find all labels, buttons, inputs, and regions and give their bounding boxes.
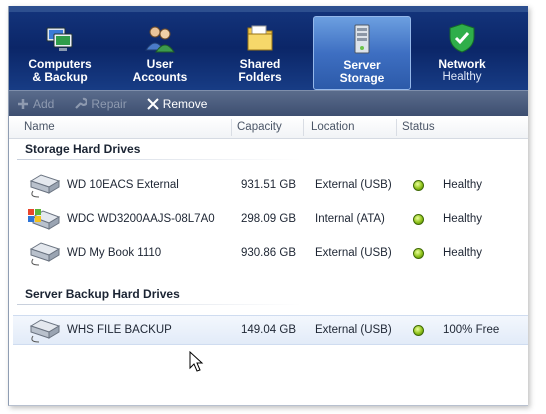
drive-capacity: 149.04 GB [241, 324, 296, 336]
status-ok-icon [413, 180, 424, 191]
column-location[interactable]: Location [311, 121, 354, 133]
column-name[interactable]: Name [24, 121, 55, 133]
shield-check-icon [449, 23, 475, 53]
column-status[interactable]: Status [402, 121, 435, 133]
tab-computers-backup[interactable]: Computers & Backup [11, 16, 109, 90]
external-drive-icon [29, 174, 61, 198]
tab-network[interactable]: Network Healthy [413, 16, 511, 90]
drive-capacity: 931.51 GB [241, 179, 296, 191]
status-ok-icon [413, 248, 424, 259]
column-divider[interactable] [303, 119, 304, 136]
remove-button[interactable]: Remove [147, 96, 208, 111]
group-divider [17, 304, 302, 305]
drive-location: External (USB) [315, 179, 392, 191]
users-icon [145, 26, 175, 53]
drive-status: 100% Free [443, 324, 500, 336]
group-title: Server Backup Hard Drives [25, 287, 180, 301]
mouse-cursor-icon [189, 351, 204, 372]
tab-user-accounts[interactable]: User Accounts [111, 16, 209, 90]
close-icon [147, 97, 159, 110]
add-button-label: Add [33, 96, 55, 111]
table-row[interactable]: WDC WD3200AAJS-08L7A0 298.09 GB Internal… [13, 205, 528, 235]
column-divider[interactable] [231, 119, 232, 136]
repair-button-label: Repair [91, 96, 127, 111]
main-nav: Computers & Backup User Accounts Shared … [9, 12, 528, 92]
column-header: Name Capacity Location Status [9, 117, 528, 139]
drive-capacity: 298.09 GB [241, 213, 296, 225]
drive-status: Healthy [443, 213, 482, 225]
tab-shared-folders-label: Shared Folders [238, 57, 282, 84]
drive-location: Internal (ATA) [315, 213, 385, 225]
tab-user-accounts-label: User Accounts [132, 57, 188, 84]
drive-name: WD 10EACS External [67, 179, 179, 191]
folder-icon [247, 25, 273, 51]
drive-location: External (USB) [315, 324, 392, 336]
system-drive-icon [28, 209, 61, 230]
status-ok-icon [413, 325, 424, 336]
plus-icon [18, 98, 28, 109]
external-drive-icon [29, 242, 61, 266]
status-ok-icon [413, 214, 424, 225]
drive-location: External (USB) [315, 247, 392, 259]
tab-network-label: Network [438, 57, 486, 71]
drive-status: Healthy [443, 179, 482, 191]
table-row[interactable]: WD 10EACS External 931.51 GB External (U… [13, 171, 528, 201]
drive-capacity: 930.86 GB [241, 247, 296, 259]
tab-network-status: Healthy [442, 71, 482, 83]
drive-name: WD My Book 1110 [67, 247, 162, 259]
table-row[interactable]: WHS FILE BACKUP 149.04 GB External (USB)… [13, 315, 528, 345]
remove-button-label: Remove [162, 96, 208, 111]
external-drive-icon [29, 319, 61, 343]
add-button[interactable]: Add [17, 97, 54, 111]
drive-name: WDC WD3200AAJS-08L7A0 [67, 213, 215, 225]
drive-status: Healthy [443, 247, 482, 259]
computers-icon [46, 27, 73, 51]
column-divider[interactable] [396, 119, 397, 136]
tab-shared-folders[interactable]: Shared Folders [211, 16, 309, 90]
group-title: Storage Hard Drives [25, 142, 141, 156]
tab-server-storage[interactable]: Server Storage [313, 16, 411, 90]
column-capacity[interactable]: Capacity [237, 121, 282, 133]
wrench-icon [75, 97, 88, 109]
table-row[interactable]: WD My Book 1110 930.86 GB External (USB)… [13, 239, 528, 269]
tab-computers-backup-label: Computers & Backup [28, 57, 92, 84]
group-divider [17, 159, 302, 160]
repair-button[interactable]: Repair [74, 96, 127, 111]
tab-server-storage-label: Server Storage [339, 58, 385, 85]
toolbar: Add Repair Remove [9, 90, 528, 116]
server-icon [354, 24, 370, 54]
app-window: Computers & Backup User Accounts Shared … [8, 6, 528, 406]
drive-name: WHS FILE BACKUP [67, 324, 172, 336]
